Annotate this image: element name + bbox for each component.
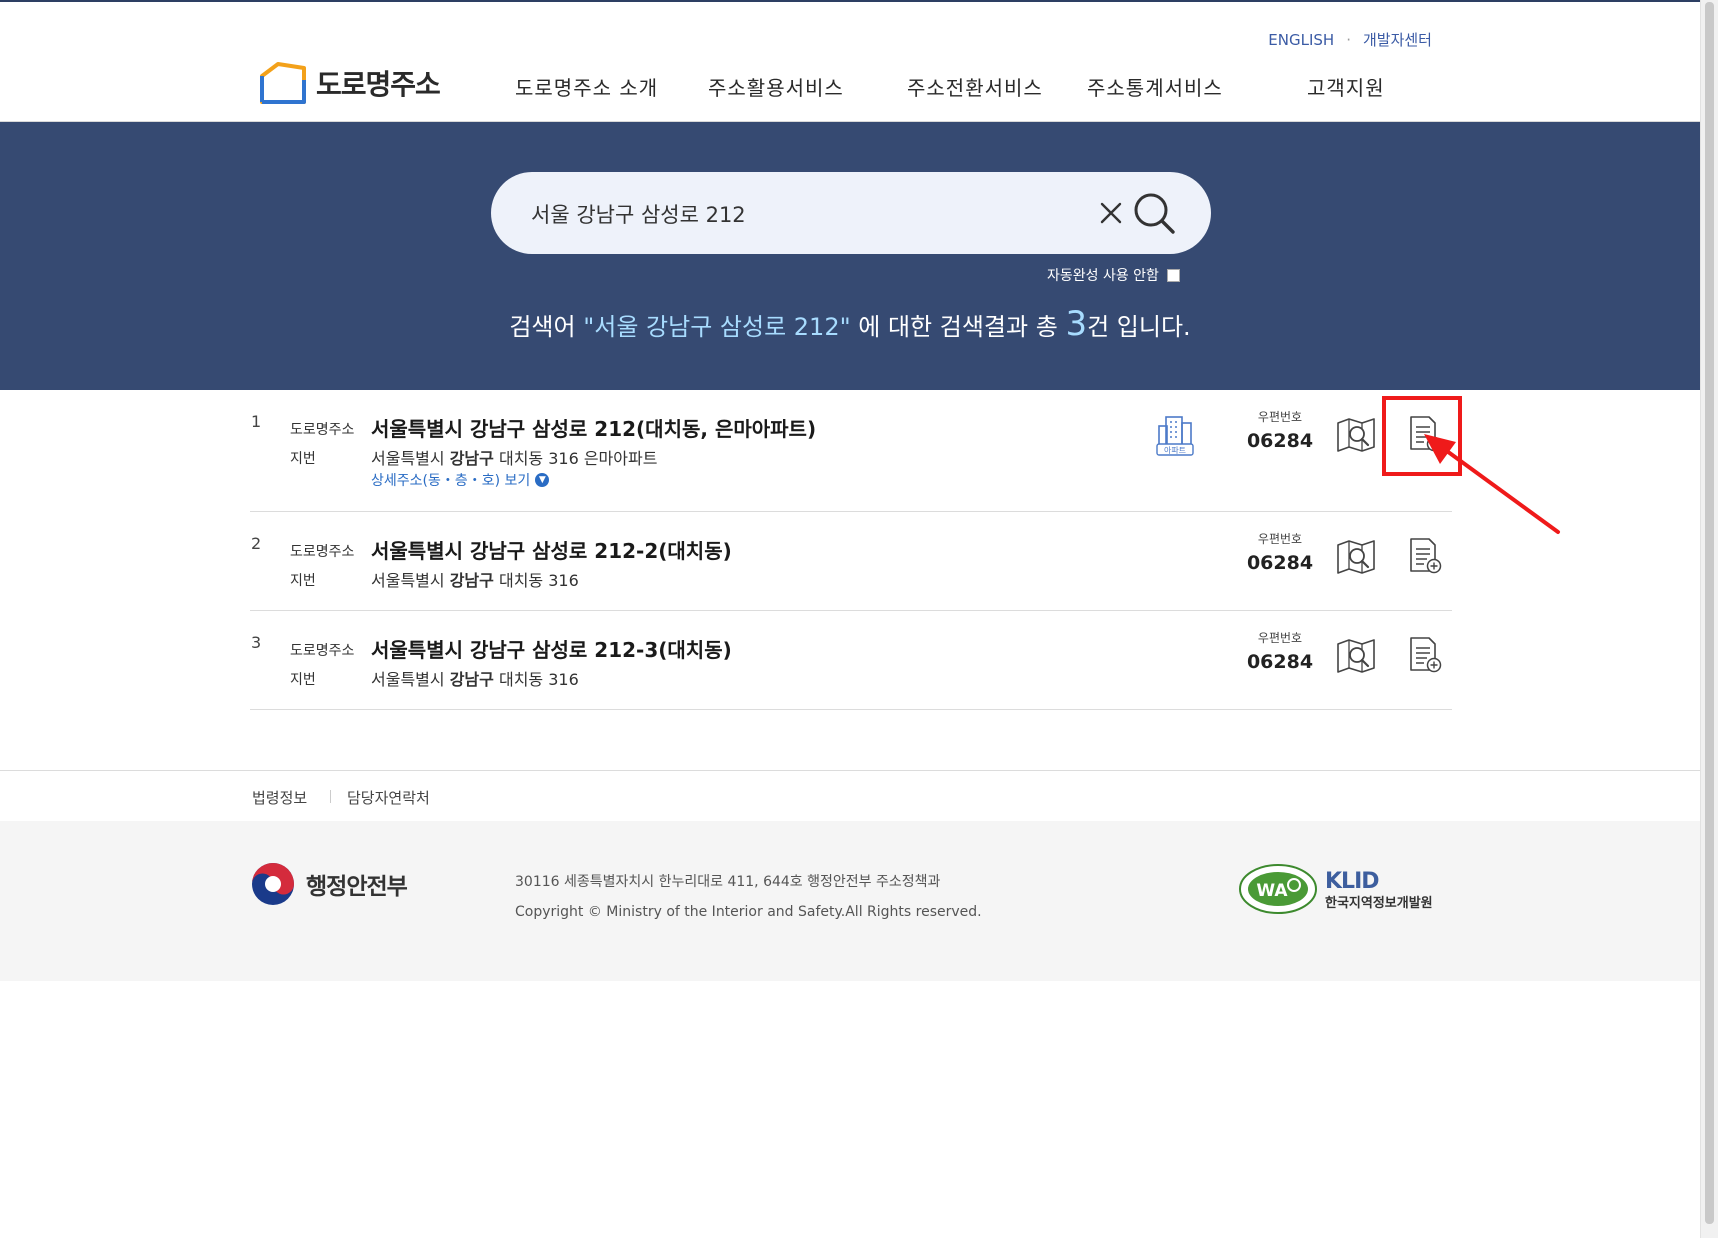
contact-link[interactable]: 담당자연락처 [347, 787, 430, 808]
road-address-label: 도로명주소 [290, 544, 355, 560]
road-address: 서울특별시 강남구 삼성로 212-3(대치동) [371, 638, 732, 662]
klid-logo[interactable]: KLID 한국지역정보개발원 [1325, 869, 1433, 911]
zip-label: 우편번호 [1257, 410, 1303, 424]
map-search-icon[interactable] [1336, 539, 1376, 575]
utility-links: ENGLISH · 개발자센터 [1262, 29, 1438, 50]
detail-link-label: 상세주소(동・층・호) 보기 [371, 473, 531, 489]
jibun-label: 지번 [290, 451, 316, 467]
autocomplete-label: 자동완성 사용 안함 [1047, 268, 1159, 284]
search-hero: 자동완성 사용 안함 검색어 "서울 강남구 삼성로 212" 에 대한 검색결… [0, 122, 1700, 390]
autocomplete-toggle[interactable]: 자동완성 사용 안함 [1047, 265, 1180, 285]
detail-address-link[interactable]: 상세주소(동・층・호) 보기 ▼ [371, 470, 550, 490]
wa-mark-text: WA [1256, 881, 1288, 901]
map-search-icon[interactable] [1336, 638, 1376, 674]
list-item: 1 도로명주소 서울특별시 강남구 삼성로 212(대치동, 은마아파트) 지번… [250, 390, 1452, 512]
nav-intro[interactable]: 도로명주소 소개 [515, 72, 658, 101]
zip-label: 우편번호 [1257, 532, 1303, 546]
search-box [491, 172, 1211, 254]
util-separator: · [1346, 31, 1351, 49]
apartment-label: 아파트 [1164, 445, 1186, 455]
footer-link-separator [330, 790, 331, 803]
ministry-name: 행정안전부 [306, 874, 408, 900]
result-count: 3 [1065, 304, 1088, 344]
result-index: 2 [251, 534, 262, 553]
search-icon[interactable] [1131, 190, 1177, 236]
result-summary: 검색어 "서울 강남구 삼성로 212" 에 대한 검색결과 총 3건 입니다. [0, 304, 1700, 344]
summary-suffix: 건 입니다. [1087, 313, 1191, 341]
jibun-address: 서울특별시 강남구 대치동 316 [371, 571, 579, 590]
law-info-link[interactable]: 법령정보 [252, 787, 307, 808]
postal-address: 30116 세종특별자치시 한누리대로 411, 644호 행정안전부 주소정책… [515, 874, 941, 890]
vertical-scrollbar[interactable] [1700, 0, 1718, 1238]
nav-address-services[interactable]: 주소활용서비스 [708, 72, 844, 101]
nav-address-conversion[interactable]: 주소전환서비스 [907, 72, 1043, 101]
annotation-arrow-icon [1424, 434, 1560, 534]
logo-text: 도로명주소 [316, 68, 441, 101]
road-address-label: 도로명주소 [290, 422, 355, 438]
chevron-down-icon: ▼ [535, 473, 550, 487]
web-accessibility-mark-icon[interactable]: WA [1238, 863, 1318, 915]
klid-logo-text: KLID [1325, 869, 1380, 894]
jibun-address: 서울특별시 강남구 대치동 316 은마아파트 [371, 449, 658, 468]
summary-middle: 에 대한 검색결과 총 [850, 313, 1066, 341]
jibun-label: 지번 [290, 672, 316, 688]
zip-label: 우편번호 [1257, 631, 1303, 645]
footer-address: 30116 세종특별자치시 한누리대로 411, 644호 행정안전부 주소정책… [515, 867, 982, 927]
search-input[interactable] [529, 194, 1093, 234]
klid-name: 한국지역정보개발원 [1325, 896, 1433, 911]
zip-code: 06284 [1246, 430, 1314, 452]
site-header: ENGLISH · 개발자센터 도로명주소 도로명주소 소개 주소활용서비스 주소전… [0, 2, 1700, 122]
summary-prefix: 검색어 [509, 313, 584, 341]
result-index: 3 [251, 633, 262, 652]
nav-address-statistics[interactable]: 주소통계서비스 [1087, 72, 1223, 101]
scrollbar-thumb[interactable] [1705, 2, 1714, 1224]
road-address-label: 도로명주소 [290, 643, 355, 659]
list-item: 3 도로명주소 서울특별시 강남구 삼성로 212-3(대치동) 지번 서울특별… [250, 611, 1452, 710]
site-logo[interactable]: 도로명주소 [258, 60, 441, 106]
map-search-icon[interactable] [1336, 417, 1376, 453]
autocomplete-checkbox[interactable] [1166, 268, 1180, 282]
ministry-logo[interactable]: 행정안전부 [250, 861, 408, 907]
road-address: 서울특별시 강남구 삼성로 212(대치동, 은마아파트) [371, 417, 817, 441]
apartment-icon: 아파트 [1156, 416, 1194, 456]
house-logo-icon [260, 62, 306, 104]
developer-center-link[interactable]: 개발자센터 [1363, 31, 1432, 49]
nav-customer-support[interactable]: 고객지원 [1307, 72, 1385, 101]
detail-info-icon[interactable] [1407, 537, 1443, 575]
footer-links: 법령정보 담당자연락처 [0, 770, 1700, 822]
jibun-address: 서울특별시 강남구 대치동 316 [371, 670, 579, 689]
zip-code: 06284 [1246, 651, 1314, 673]
list-item: 2 도로명주소 서울특별시 강남구 삼성로 212-2(대치동) 지번 서울특별… [250, 512, 1452, 611]
summary-query: "서울 강남구 삼성로 212" [583, 313, 851, 341]
road-address: 서울특별시 강남구 삼성로 212-2(대치동) [371, 539, 732, 563]
site-footer: 행정안전부 30116 세종특별자치시 한누리대로 411, 644호 행정안전… [0, 821, 1700, 981]
taegeuk-emblem-icon [252, 863, 294, 905]
jibun-label: 지번 [290, 573, 316, 589]
clear-icon[interactable] [1094, 196, 1128, 230]
result-index: 1 [251, 412, 262, 431]
zip-code: 06284 [1246, 552, 1314, 574]
detail-info-icon[interactable] [1407, 636, 1443, 674]
english-link[interactable]: ENGLISH [1268, 31, 1334, 49]
copyright-text: Copyright © Ministry of the Interior and… [515, 904, 982, 920]
